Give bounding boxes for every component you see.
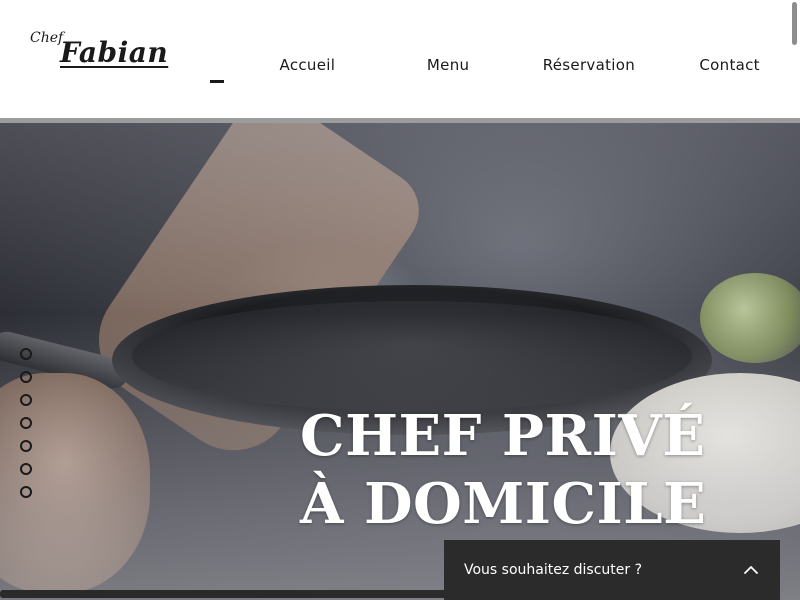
slide-dot[interactable] [20, 440, 32, 452]
slide-dot[interactable] [20, 463, 32, 475]
nav-item-menu[interactable]: Menu [378, 56, 519, 80]
nav-item-accueil[interactable]: Accueil [237, 56, 378, 80]
chevron-up-icon[interactable] [742, 561, 760, 579]
logo-small-text: Chef [30, 30, 64, 46]
logo-big-text: Fabian [60, 36, 169, 69]
slide-navigation-dots [20, 348, 34, 498]
nav-active-indicator [210, 80, 224, 83]
scrollbar-thumb[interactable] [792, 2, 797, 45]
slide-dot[interactable] [20, 417, 32, 429]
hero-section: CHEF PRIVÉ À DOMICILE [0, 123, 800, 600]
hero-title-line-2: À DOMICILE [300, 471, 707, 537]
slide-dot[interactable] [20, 394, 32, 406]
chat-widget[interactable]: Vous souhaitez discuter ? [444, 540, 780, 600]
nav-item-contact[interactable]: Contact [659, 56, 800, 80]
nav-item-reservation[interactable]: Réservation [519, 56, 660, 80]
chat-label: Vous souhaitez discuter ? [464, 562, 643, 578]
slide-dot[interactable] [20, 348, 32, 360]
hero-title-line-1: CHEF PRIVÉ [300, 403, 706, 469]
slide-dot[interactable] [20, 486, 32, 498]
slide-dot[interactable] [20, 371, 32, 383]
site-header: Chef Fabian Accueil Menu Réservation Con… [0, 0, 800, 118]
hero-title: CHEF PRIVÉ À DOMICILE [300, 402, 707, 538]
site-logo[interactable]: Chef Fabian [30, 30, 180, 74]
main-nav: Accueil Menu Réservation Contact [237, 56, 800, 80]
